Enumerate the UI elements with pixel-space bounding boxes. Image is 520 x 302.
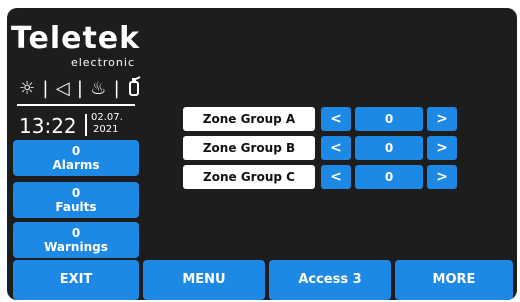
menu-button[interactable]: MENU [143, 260, 265, 300]
icon-divider: | [42, 77, 49, 99]
zone-group-c-value[interactable]: 0 [355, 165, 423, 189]
brand-subtitle: electronic [70, 56, 135, 69]
zone-group-a-value[interactable]: 0 [355, 107, 423, 131]
zone-group-a-prev-button[interactable]: < [321, 107, 351, 131]
status-icons-row: ☼ | ◁ | ♨ | [19, 75, 141, 101]
date-day-month: 02.07. [91, 112, 123, 123]
zone-group-c-label: Zone Group C [183, 165, 315, 189]
warnings-button[interactable]: 0 Warnings [13, 222, 139, 258]
faults-count: 0 [71, 186, 81, 200]
zone-group-a-label: Zone Group A [183, 107, 315, 131]
more-button[interactable]: MORE [395, 260, 513, 300]
icons-underline [17, 104, 135, 106]
zone-group-b-prev-button[interactable]: < [321, 136, 351, 160]
speaker-icon: ◁ [55, 77, 70, 99]
panel-screen: Teletek electronic ☼ | ◁ | ♨ | 13:22 02.… [7, 8, 517, 300]
fire-icon: ♨ [90, 77, 107, 99]
icon-divider: | [113, 77, 120, 99]
extinguisher-icon [127, 75, 141, 101]
alarms-count: 0 [71, 144, 81, 158]
alarms-button[interactable]: 0 Alarms [13, 140, 139, 176]
clock-date: 02.07. 2021 [91, 112, 123, 136]
date-year: 2021 [93, 124, 119, 135]
zone-group-c-prev-button[interactable]: < [321, 165, 351, 189]
zone-group-b-next-button[interactable]: > [427, 136, 457, 160]
zone-group-a-next-button[interactable]: > [427, 107, 457, 131]
zone-group-b-label: Zone Group B [183, 136, 315, 160]
zone-group-c-next-button[interactable]: > [427, 165, 457, 189]
brand-logo: Teletek [11, 24, 145, 54]
faults-label: Faults [55, 200, 97, 214]
faults-button[interactable]: 0 Faults [13, 182, 139, 218]
sun-icon: ☼ [19, 77, 36, 99]
zone-group-b-value[interactable]: 0 [355, 136, 423, 160]
alarms-label: Alarms [52, 158, 100, 172]
clock-time: 13:22 [19, 114, 77, 138]
icon-divider: | [76, 77, 83, 99]
warnings-count: 0 [71, 226, 81, 240]
warnings-label: Warnings [44, 240, 108, 254]
exit-button[interactable]: EXIT [13, 260, 139, 300]
brand-name: Teletek [11, 21, 141, 56]
access-level-button[interactable]: Access 3 [269, 260, 391, 300]
clock-divider [85, 114, 87, 136]
